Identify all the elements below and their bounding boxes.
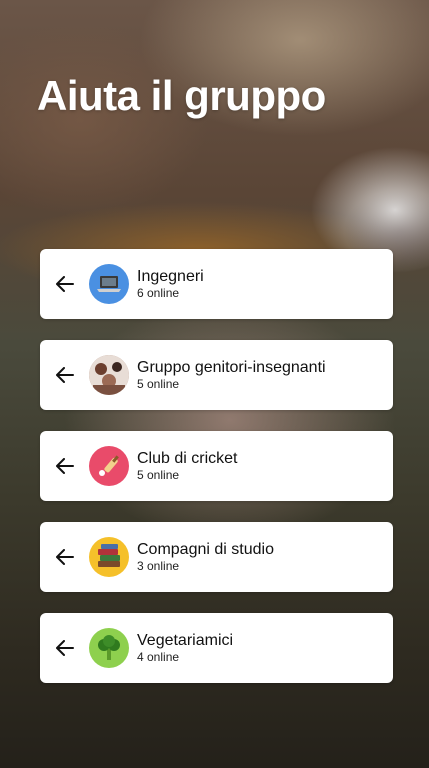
group-card-gruppo-genitori-insegnanti[interactable]: Gruppo genitori-insegnanti 5 online: [40, 340, 393, 410]
group-name: Club di cricket: [137, 450, 238, 467]
online-count: 4 online: [137, 650, 180, 664]
online-count: 3 online: [137, 559, 180, 573]
group-card-compagni-di-studio[interactable]: Compagni di studio 3 online: [40, 522, 393, 592]
arrow-left-icon: [55, 456, 75, 476]
group-list: Ingegneri 6 online Gruppo genitori-inseg…: [40, 249, 393, 683]
online-count: 6 online: [137, 286, 180, 300]
arrow-left-icon: [55, 547, 75, 567]
arrow-left-icon: [55, 638, 75, 658]
online-count: 5 online: [137, 377, 180, 391]
arrow-left-icon: [55, 274, 75, 294]
online-count: 5 online: [137, 468, 180, 482]
arrow-left-icon: [55, 365, 75, 385]
group-card-ingegneri[interactable]: Ingegneri 6 online: [40, 249, 393, 319]
group-card-vegetariamici[interactable]: Vegetariamici 4 online: [40, 613, 393, 683]
broccoli-icon: [89, 628, 129, 668]
group-name: Compagni di studio: [137, 541, 274, 558]
page-title: Aiuta il gruppo: [37, 72, 326, 119]
books-icon: [89, 537, 129, 577]
group-card-club-di-cricket[interactable]: Club di cricket 5 online: [40, 431, 393, 501]
group-name: Ingegneri: [137, 268, 204, 285]
group-photo-icon: [89, 355, 129, 395]
laptop-icon: [89, 264, 129, 304]
group-name: Vegetariamici: [137, 632, 234, 649]
cricket-bat-icon: [89, 446, 129, 486]
group-name: Gruppo genitori-insegnanti: [137, 359, 326, 376]
